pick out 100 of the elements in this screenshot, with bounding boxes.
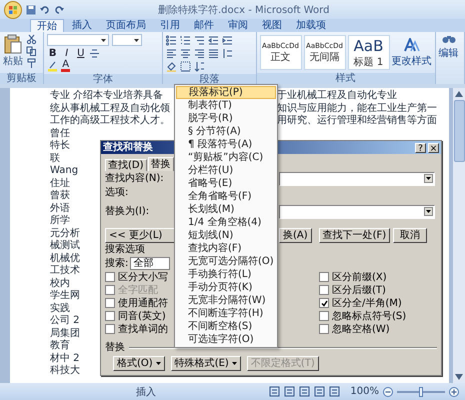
vertical-scrollbar[interactable] — [453, 88, 465, 383]
shading-icon[interactable] — [166, 60, 178, 72]
checkbox[interactable]: 查找单词的 — [105, 323, 175, 335]
find-field[interactable] — [279, 172, 435, 186]
checkbox[interactable]: 忽略空格(W) — [279, 323, 437, 335]
ribbon-tab[interactable]: 加载项 — [290, 19, 332, 32]
ribbon-tab[interactable]: 页面布局 — [100, 19, 152, 32]
format-button[interactable]: U — [75, 48, 86, 58]
menu-item[interactable]: § 分节符(A) — [176, 125, 276, 138]
menu-item[interactable]: ¶ 段落符号(A) — [176, 138, 276, 151]
view-icon[interactable] — [284, 386, 296, 397]
view-icon[interactable] — [314, 386, 326, 397]
checkbox[interactable]: 区分前缀(X) — [279, 271, 437, 283]
dropdown-arrow-icon[interactable] — [101, 39, 106, 42]
numbered-list-icon[interactable] — [180, 34, 192, 46]
menu-item[interactable]: 分栏符(U) — [176, 164, 276, 177]
zoom-out-icon[interactable] — [383, 386, 393, 396]
align-center-icon[interactable] — [180, 48, 192, 58]
options-label: 选项: — [105, 187, 130, 199]
copy-icon[interactable] — [26, 46, 37, 57]
down-arrow-icon[interactable] — [455, 374, 463, 380]
checkbox[interactable]: 区分后缀(T) — [279, 284, 437, 296]
checkbox[interactable]: 区分全/半角(M) — [279, 297, 437, 309]
strikethrough-icon[interactable] — [89, 48, 100, 58]
help-button[interactable]: ? — [415, 142, 426, 152]
menu-item[interactable]: 无宽可选分隔符(O) — [176, 255, 276, 268]
checkbox[interactable]: 使用通配符 — [105, 297, 175, 309]
status-mode[interactable]: 插入 — [136, 384, 156, 398]
menu-item[interactable]: 短划线(N) — [176, 229, 276, 242]
highlighter-icon[interactable] — [47, 60, 58, 72]
menu-item[interactable]: 段落标记(P) — [176, 86, 276, 99]
save-icon[interactable] — [26, 4, 36, 14]
font-size-field[interactable] — [112, 34, 142, 46]
ribbon-tab[interactable]: 邮件 — [188, 19, 220, 32]
ribbon-tab[interactable]: 插入 — [66, 19, 98, 32]
menu-item[interactable]: 脱字号(R) — [176, 112, 276, 125]
dialog-tab[interactable]: 查找(D) — [105, 159, 147, 171]
format-button[interactable]: B — [47, 48, 58, 58]
dropdown-arrow-icon[interactable] — [424, 174, 433, 183]
scrollbar-thumb[interactable] — [454, 100, 464, 162]
menu-item[interactable]: 制表符(T) — [176, 99, 276, 112]
scissors-icon[interactable] — [26, 34, 37, 45]
search-dropdown[interactable]: 全部 — [130, 257, 170, 270]
less-button[interactable]: << 更少(L) — [105, 228, 175, 243]
increase-indent-icon[interactable] — [222, 34, 234, 46]
line-spacing-icon[interactable] — [222, 48, 234, 58]
close-button[interactable]: × — [428, 142, 439, 152]
checkbox[interactable]: 同音(英文) — [105, 310, 175, 322]
checkbox[interactable]: 忽略标点符号(S) — [279, 310, 437, 322]
view-icon[interactable] — [269, 386, 280, 397]
up-arrow-icon[interactable] — [455, 91, 463, 97]
menu-item[interactable]: 手动换行符(L) — [176, 268, 276, 281]
menu-item[interactable]: 查找内容(F) — [176, 242, 276, 255]
zoom-slider-thumb[interactable] — [419, 386, 423, 396]
dialog-tab[interactable]: 替换 — [148, 157, 174, 171]
brush-icon[interactable] — [26, 58, 37, 69]
menu-item[interactable]: 不间断连字符(H) — [176, 307, 276, 320]
menu-item[interactable]: 无宽非分隔符(W) — [176, 294, 276, 307]
ribbon-tab[interactable]: 审阅 — [222, 19, 254, 32]
dialog-button[interactable]: 查找下一处(F) — [318, 228, 390, 243]
menu-item[interactable]: 省略号(E) — [176, 177, 276, 190]
align-right-icon[interactable] — [194, 48, 206, 58]
editing-button[interactable]: 编辑 — [438, 34, 458, 82]
dialog-button[interactable]: 取消 — [393, 228, 428, 243]
align-left-icon[interactable] — [166, 48, 178, 58]
style-gallery-item[interactable]: AaB 标题 1 — [348, 35, 390, 70]
checkbox[interactable]: 区分大小写 — [105, 271, 175, 283]
view-icon[interactable] — [299, 386, 310, 397]
dropdown-arrow-icon[interactable] — [134, 39, 140, 42]
redo-icon[interactable] — [54, 4, 64, 14]
dialog-button[interactable]: 特殊格式(E) — [170, 356, 241, 371]
menu-item[interactable]: 手动分页符(K) — [176, 281, 276, 294]
bullet-list-icon[interactable] — [166, 34, 178, 46]
justify-icon[interactable] — [208, 48, 220, 58]
office-button[interactable] — [4, 0, 22, 18]
paste-button[interactable]: 粘贴 — [3, 34, 23, 68]
menu-item[interactable]: 可选连字符(O) — [176, 333, 276, 346]
dialog-button[interactable]: 换(A) — [279, 228, 312, 243]
change-styles-button[interactable]: 更改样式 — [392, 38, 432, 68]
replace-field[interactable] — [279, 205, 435, 219]
font-name-field[interactable] — [47, 34, 110, 46]
format-button[interactable]: I — [61, 48, 72, 58]
ribbon-tab[interactable]: 引用 — [154, 19, 186, 32]
multilevel-list-icon[interactable] — [194, 34, 206, 46]
menu-item[interactable]: 不间断空格(S) — [176, 320, 276, 333]
border-icon[interactable] — [180, 60, 192, 72]
dropdown-arrow-icon[interactable] — [424, 207, 433, 216]
menu-item[interactable]: 全角省略号(F) — [176, 190, 276, 203]
ribbon-tab[interactable]: 视图 — [256, 19, 288, 32]
menu-item[interactable]: 1/4 全角空格(4) — [176, 216, 276, 229]
decrease-indent-icon[interactable] — [208, 34, 220, 46]
dialog-button[interactable]: 格式(O) — [113, 356, 165, 371]
zoom-level[interactable]: 100% — [350, 386, 379, 397]
sort-icon[interactable] — [194, 60, 206, 72]
ribbon-tab[interactable]: 开始 — [30, 19, 64, 32]
menu-item[interactable]: “剪贴板”内容(C) — [176, 151, 276, 164]
view-icon[interactable] — [329, 386, 340, 397]
undo-icon[interactable] — [40, 4, 50, 14]
zoom-in-icon[interactable] — [449, 386, 459, 396]
menu-item[interactable]: 长划线(M) — [176, 203, 276, 216]
